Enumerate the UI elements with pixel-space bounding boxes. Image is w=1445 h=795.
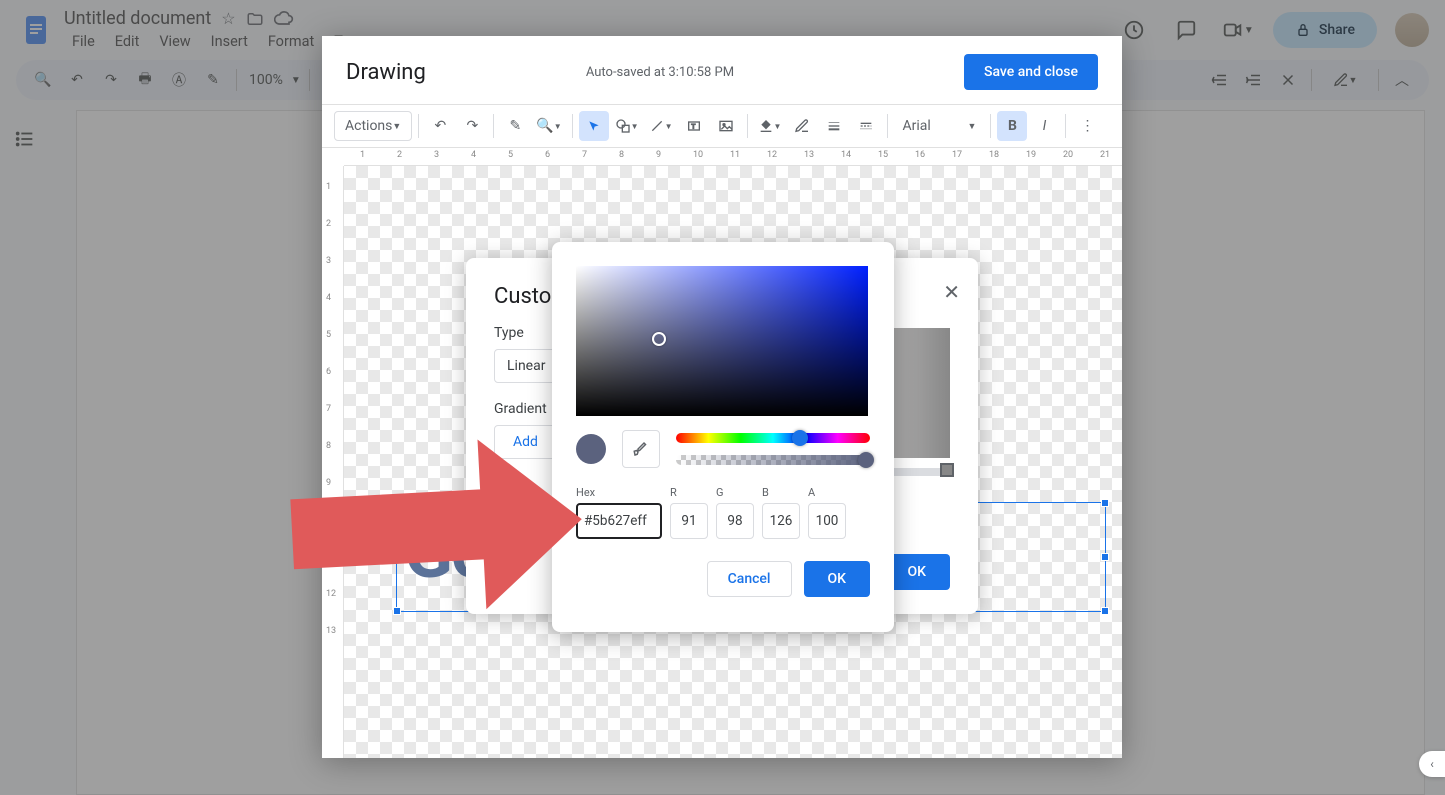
- select-tool-icon[interactable]: [579, 111, 609, 141]
- b-label: B: [762, 486, 800, 499]
- border-color-icon[interactable]: [787, 111, 817, 141]
- g-input[interactable]: [716, 503, 754, 539]
- redo-icon[interactable]: ↷: [457, 111, 487, 141]
- a-label: A: [808, 486, 846, 499]
- color-swatch-preview: [576, 434, 606, 464]
- color-ok-button[interactable]: OK: [804, 561, 871, 597]
- more-options-icon[interactable]: ⋮: [1072, 111, 1102, 141]
- color-cancel-button[interactable]: Cancel: [707, 561, 792, 597]
- zoom-dropdown[interactable]: 🔍▼: [532, 111, 565, 141]
- drawing-title: Drawing: [346, 60, 426, 85]
- fill-color-icon[interactable]: ▼: [754, 111, 786, 141]
- b-input[interactable]: [762, 503, 800, 539]
- close-icon[interactable]: ✕: [943, 280, 960, 304]
- font-select[interactable]: Arial▼: [894, 111, 984, 141]
- shape-tool-icon[interactable]: ▼: [611, 111, 643, 141]
- textbox-tool-icon[interactable]: T: [679, 111, 709, 141]
- drawing-toolbar: Actions ▼ ↶ ↷ ✎ 🔍▼ ▼ ▼ T ▼ Arial▼ B I ⋮: [322, 104, 1122, 148]
- hex-input[interactable]: [576, 503, 662, 539]
- side-panel-expand-icon[interactable]: ‹: [1419, 751, 1445, 777]
- resize-handle-sw[interactable]: [393, 607, 401, 615]
- svg-text:T: T: [691, 123, 695, 131]
- paint-format-icon[interactable]: ✎: [500, 111, 530, 141]
- resize-handle-w[interactable]: [393, 553, 401, 561]
- line-tool-icon[interactable]: ▼: [645, 111, 677, 141]
- undo-icon[interactable]: ↶: [425, 111, 455, 141]
- color-field-cursor[interactable]: [652, 332, 666, 346]
- save-and-close-button[interactable]: Save and close: [964, 54, 1098, 90]
- drawing-ruler-horizontal: 123456789101112131415161718192021: [344, 148, 1122, 166]
- r-label: R: [670, 486, 708, 499]
- r-input[interactable]: [670, 503, 708, 539]
- resize-handle-se[interactable]: [1101, 607, 1109, 615]
- image-tool-icon[interactable]: [711, 111, 741, 141]
- alpha-slider[interactable]: [676, 455, 870, 465]
- hue-slider-thumb[interactable]: [792, 430, 808, 446]
- hex-label: Hex: [576, 486, 662, 499]
- eyedropper-button[interactable]: [622, 430, 660, 468]
- autosave-status: Auto-saved at 3:10:58 PM: [586, 65, 734, 80]
- color-saturation-field[interactable]: [576, 266, 868, 416]
- actions-menu[interactable]: Actions ▼: [334, 111, 412, 141]
- resize-handle-e[interactable]: [1101, 553, 1109, 561]
- g-label: G: [716, 486, 754, 499]
- resize-handle-nw[interactable]: [393, 499, 401, 507]
- gradient-stop-end[interactable]: [940, 463, 954, 477]
- italic-button[interactable]: I: [1029, 111, 1059, 141]
- border-dash-icon[interactable]: [851, 111, 881, 141]
- border-weight-icon[interactable]: [819, 111, 849, 141]
- color-picker-panel: Hex R G B A Cancel OK: [552, 242, 894, 632]
- resize-handle-ne[interactable]: [1101, 499, 1109, 507]
- drawing-ruler-vertical: 12345678910111213: [322, 166, 344, 758]
- gradient-add-button[interactable]: Add: [494, 425, 557, 459]
- a-input[interactable]: [808, 503, 846, 539]
- hue-slider[interactable]: [676, 433, 870, 443]
- alpha-slider-thumb[interactable]: [858, 452, 874, 468]
- bold-button[interactable]: B: [997, 111, 1027, 141]
